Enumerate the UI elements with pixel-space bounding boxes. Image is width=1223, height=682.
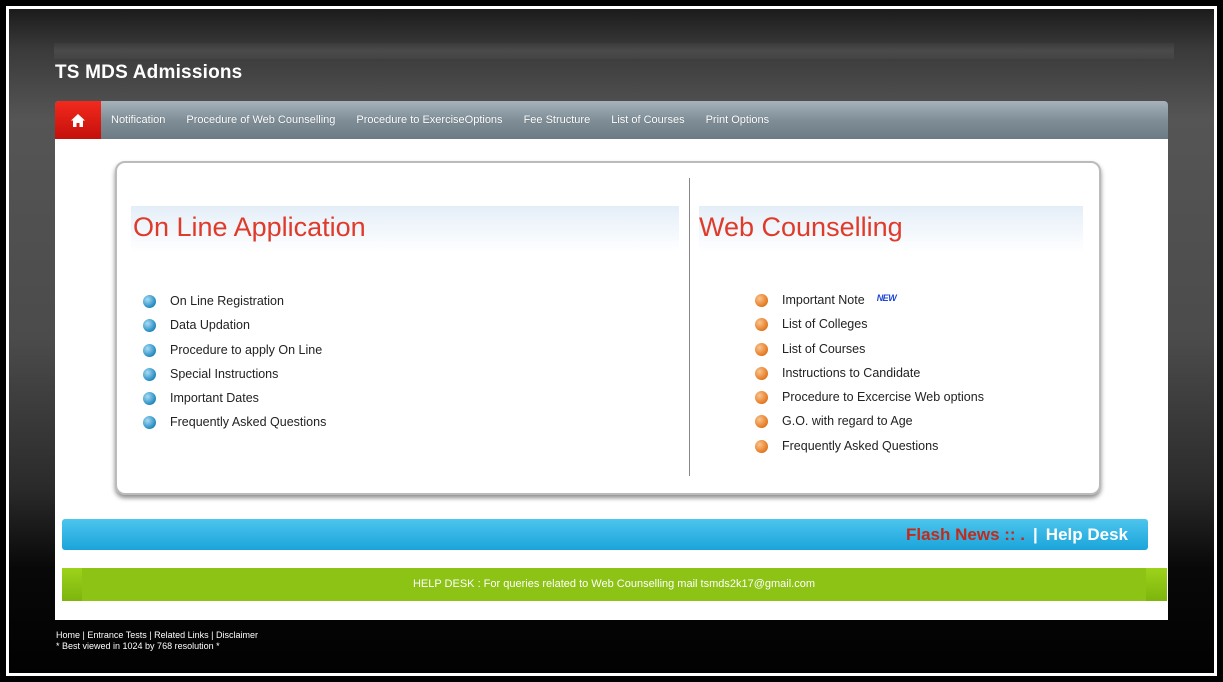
nav-procedure-web-counselling[interactable]: Procedure of Web Counselling <box>186 114 335 126</box>
flash-news-bar: Flash News :: . | Help Desk <box>62 519 1148 550</box>
nav-fee-structure[interactable]: Fee Structure <box>524 114 591 126</box>
bullet-icon <box>143 392 156 406</box>
top-stripe <box>54 43 1174 59</box>
bullet-icon <box>755 391 768 405</box>
bullet-icon <box>755 439 768 453</box>
home-icon <box>71 113 85 127</box>
helpdesk-text: HELP DESK : For queries related to Web C… <box>82 568 1146 601</box>
column-divider <box>689 178 690 476</box>
online-application-heading: On Line Application <box>133 212 366 242</box>
list-item-go-age[interactable]: G.O. with regard to Age <box>755 412 984 436</box>
home-button[interactable] <box>55 101 101 139</box>
bullet-icon <box>143 343 156 357</box>
bullet-icon <box>755 366 768 380</box>
list-item-procedure-excercise[interactable]: Procedure to Excercise Web options <box>755 388 984 412</box>
site-title: TS MDS Admissions <box>55 62 243 83</box>
bullet-icon <box>755 415 768 429</box>
footer-link-home[interactable]: Home <box>56 630 80 640</box>
nav-menu: Notification Procedure of Web Counsellin… <box>111 101 790 139</box>
list-item-counselling-faq[interactable]: Frequently Asked Questions <box>755 437 984 461</box>
bullet-icon <box>143 416 156 430</box>
helpdesk-bar: HELP DESK : For queries related to Web C… <box>62 568 1167 601</box>
nav-list-of-courses[interactable]: List of Courses <box>611 114 684 126</box>
footer-link-entrance-tests[interactable]: Entrance Tests <box>87 630 146 640</box>
new-badge: NEW <box>876 293 897 303</box>
footer-note: * Best viewed in 1024 by 768 resolution … <box>56 641 220 651</box>
list-item-procedure-apply[interactable]: Procedure to apply On Line <box>143 341 326 365</box>
main-navbar: Notification Procedure of Web Counsellin… <box>55 101 1168 139</box>
footer-separator: | <box>208 630 216 640</box>
online-application-list: On Line Registration Data Updation Proce… <box>143 292 326 438</box>
list-item-instructions-candidate[interactable]: Instructions to Candidate <box>755 364 984 388</box>
bullet-icon <box>143 295 156 308</box>
main-content: On Line Application Web Counselling On L… <box>55 139 1168 620</box>
footer-link-disclaimer[interactable]: Disclaimer <box>216 630 258 640</box>
footer-separator: | <box>146 630 155 640</box>
list-item-online-registration[interactable]: On Line Registration <box>143 292 326 316</box>
bullet-icon <box>755 318 768 332</box>
bullet-icon <box>143 367 156 381</box>
list-item-list-of-courses[interactable]: List of Courses <box>755 340 984 364</box>
nav-print-options[interactable]: Print Options <box>706 114 770 126</box>
list-item-special-instructions[interactable]: Special Instructions <box>143 365 326 389</box>
footer-links: Home | Entrance Tests | Related Links | … <box>56 630 258 641</box>
flash-text: Flash News :: . | Help Desk <box>906 519 1128 550</box>
list-item-data-updation[interactable]: Data Updation <box>143 316 326 340</box>
footer-link-related-links[interactable]: Related Links <box>154 630 209 640</box>
list-item-faq[interactable]: Frequently Asked Questions <box>143 413 326 437</box>
help-desk-link[interactable]: Help Desk <box>1046 525 1128 544</box>
list-item-list-of-colleges[interactable]: List of Colleges <box>755 315 984 339</box>
list-item-important-dates[interactable]: Important Dates <box>143 389 326 413</box>
flash-news-label: Flash News :: . <box>906 525 1026 544</box>
bullet-icon <box>755 342 768 356</box>
footer: Home | Entrance Tests | Related Links | … <box>56 630 258 652</box>
nav-procedure-exercise-options[interactable]: Procedure to ExerciseOptions <box>356 114 502 126</box>
web-counselling-list: Important Note NEW List of Colleges List … <box>755 291 984 461</box>
bullet-icon <box>143 319 156 333</box>
links-panel: On Line Application Web Counselling On L… <box>115 161 1101 495</box>
list-item-important-note[interactable]: Important Note NEW <box>755 291 984 315</box>
bullet-icon <box>755 294 768 307</box>
web-counselling-heading: Web Counselling <box>699 212 903 242</box>
nav-notification[interactable]: Notification <box>111 114 165 126</box>
flash-separator: | <box>1033 525 1038 544</box>
